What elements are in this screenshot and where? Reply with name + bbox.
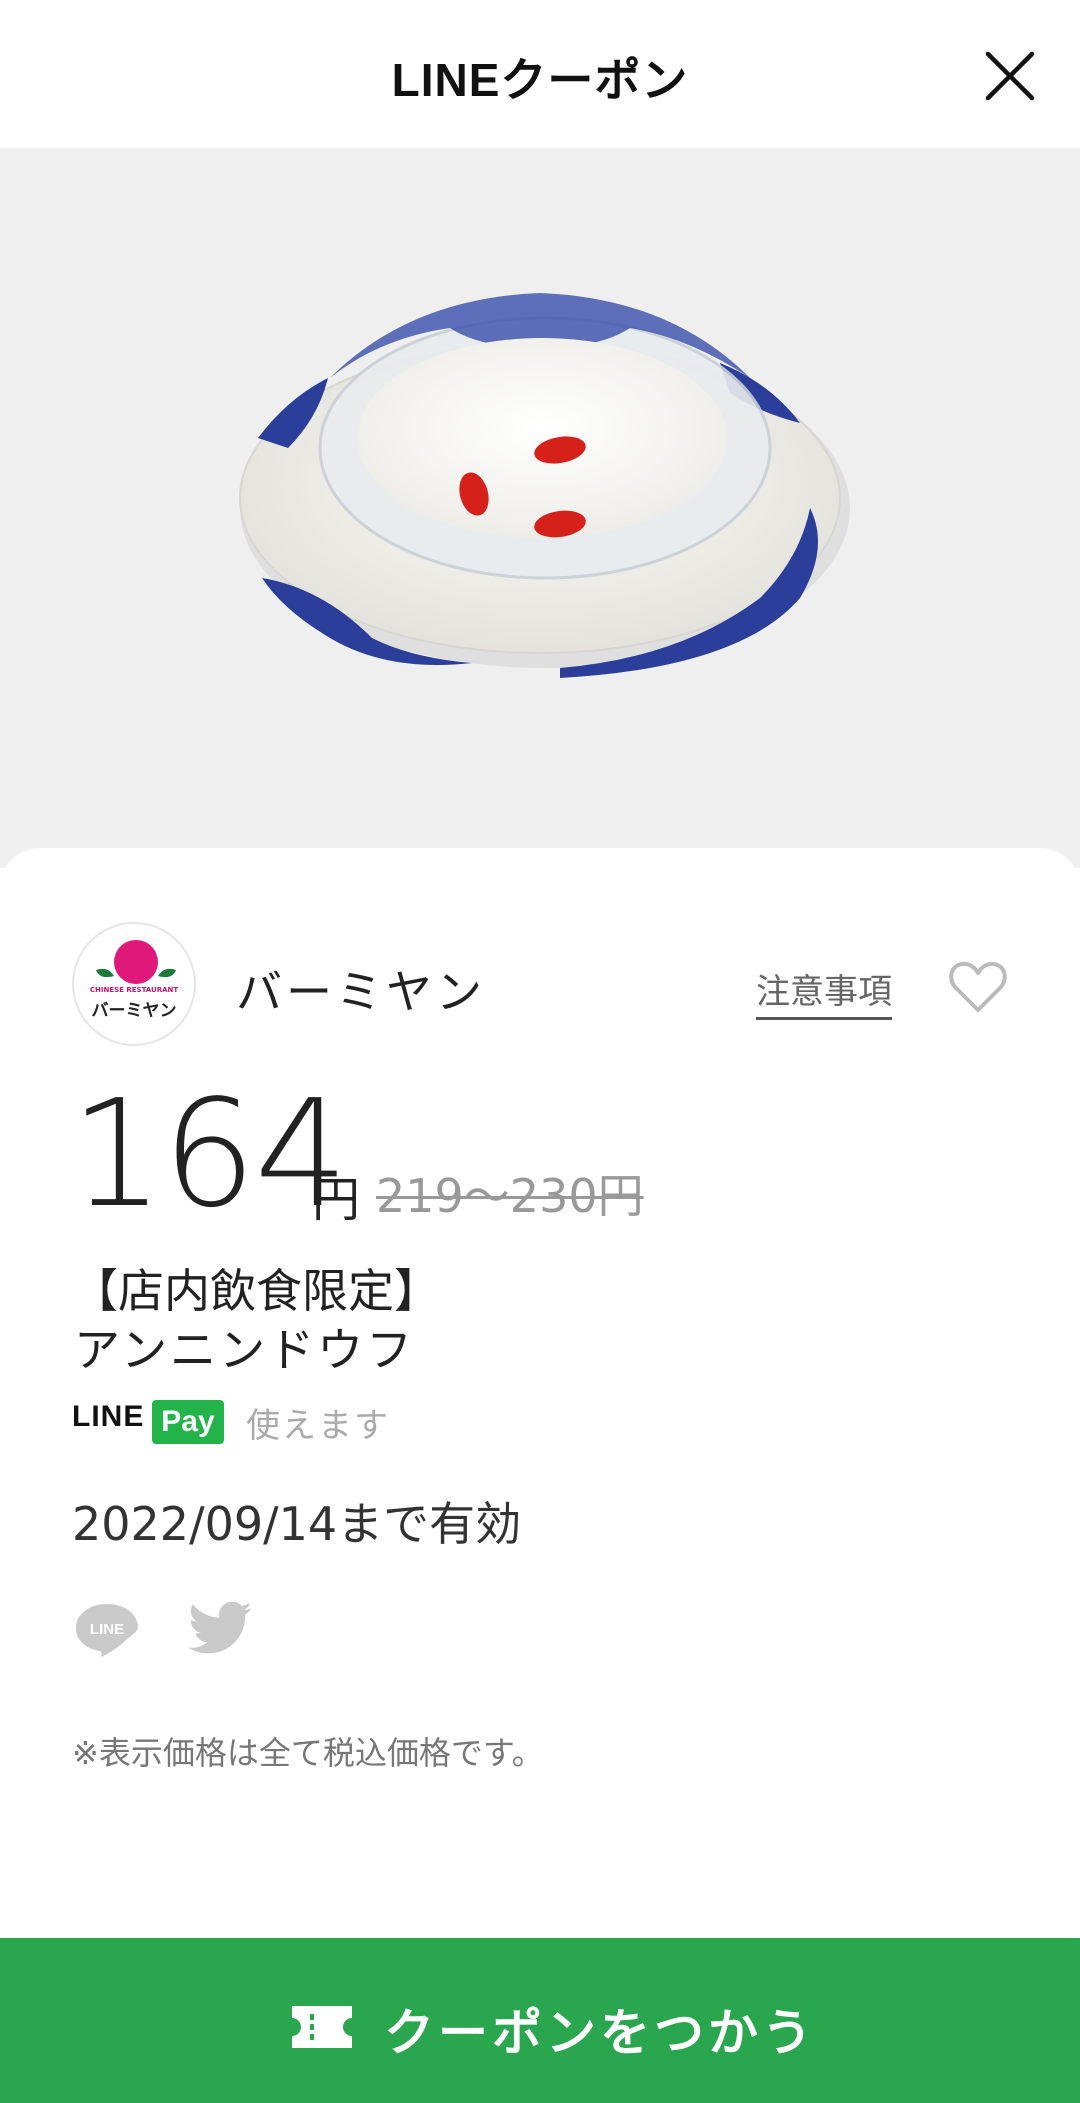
svg-text:LINE: LINE <box>90 1621 124 1638</box>
original-price: 219～230円 <box>376 1169 644 1223</box>
price-currency: 円 <box>312 1172 361 1228</box>
coupon-price: 164 <box>70 1068 348 1240</box>
store-name[interactable]: バーミヤン <box>236 956 486 1022</box>
heart-outline-icon[interactable] <box>946 954 1010 1018</box>
notes-link[interactable]: 注意事項 <box>756 964 892 1020</box>
coupon-title: アンニンドウフ <box>74 1323 416 1377</box>
linepay-badge: Pay <box>152 1400 224 1444</box>
ticket-icon <box>292 2006 352 2048</box>
dessert-illustration <box>239 293 850 678</box>
peach-icon <box>96 940 176 984</box>
twitter-share-icon[interactable] <box>186 1598 256 1658</box>
use-coupon-label[interactable]: クーポンをつかう <box>384 1993 816 2065</box>
line-share-icon[interactable]: LINE <box>72 1598 142 1658</box>
tax-note: ※表示価格は全て税込価格です。 <box>72 1734 544 1772</box>
linepay-note: 使えます <box>246 1406 390 1446</box>
app-header: LINEクーポン <box>0 0 1080 148</box>
close-icon[interactable] <box>980 46 1040 106</box>
product-photo <box>0 148 1080 868</box>
valid-until: 2022/09/14まで有効 <box>72 1497 522 1551</box>
linepay-brand: LINE <box>72 1400 145 1433</box>
coupon-title-tag: 【店内飲食限定】 <box>72 1264 440 1318</box>
logo-text: バーミヤン <box>91 1001 177 1021</box>
logo-subtext: CHINESE RESTAURANT <box>89 986 179 994</box>
store-logo[interactable]: CHINESE RESTAURANT バーミヤン <box>72 922 196 1046</box>
app-title: LINEクーポン <box>391 54 689 106</box>
